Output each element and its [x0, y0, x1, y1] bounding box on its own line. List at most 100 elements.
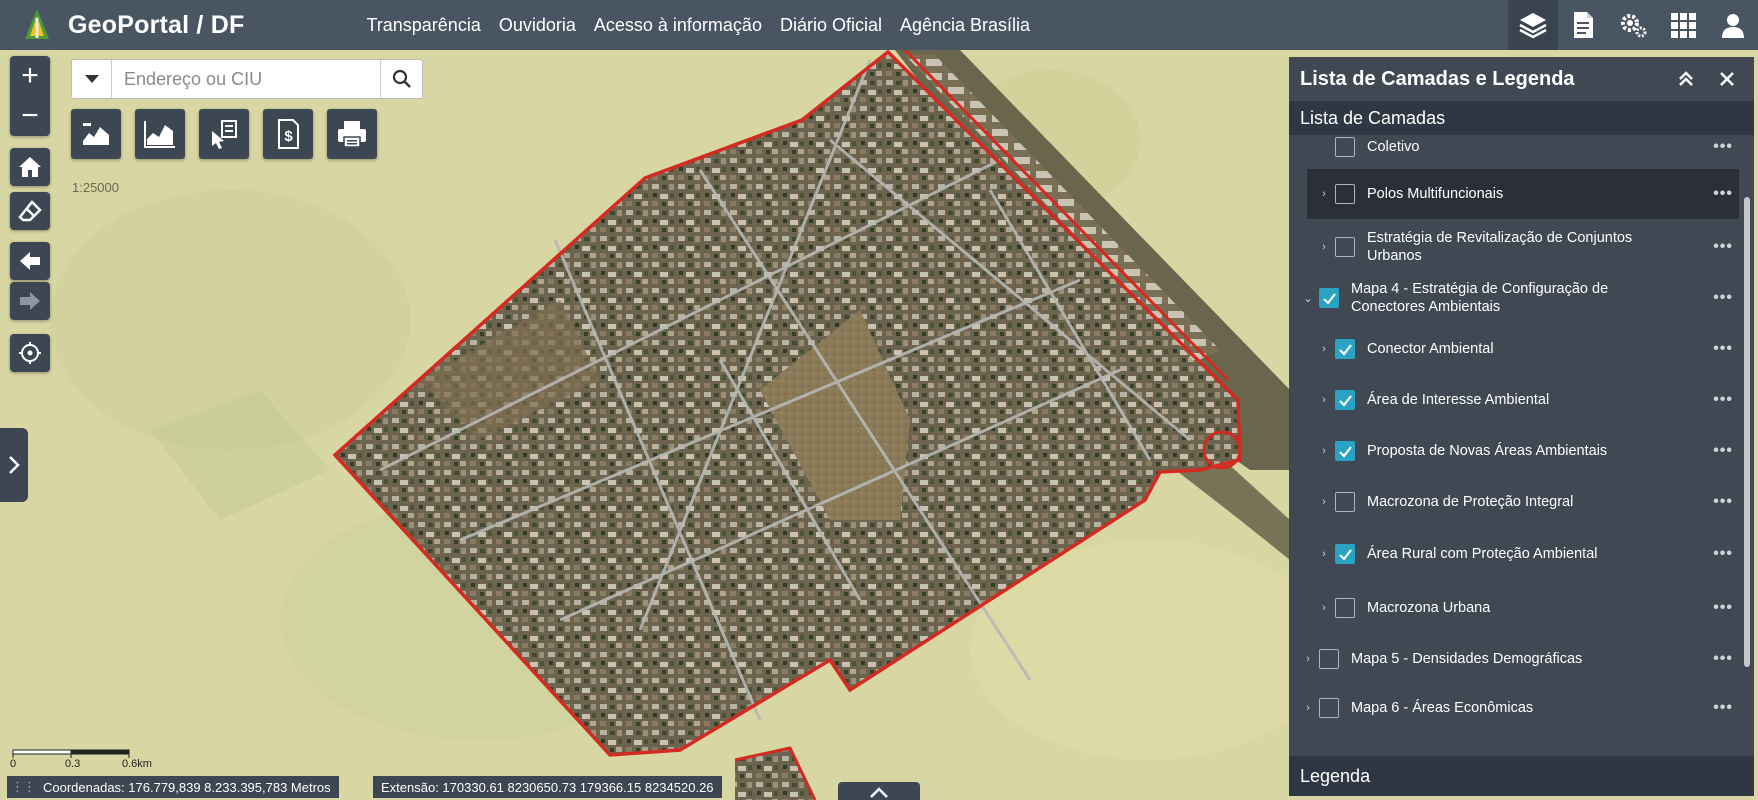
more-options-icon[interactable]: •••: [1713, 650, 1733, 668]
layer-group-partial[interactable]: [1289, 737, 1739, 751]
layer-item-area-rural-protecao[interactable]: › Área Rural com Proteção Ambiental •••: [1289, 528, 1739, 580]
zoom-out-button[interactable]: −: [10, 96, 50, 136]
layer-item-polos-multifuncionais[interactable]: › Polos Multifuncionais •••: [1307, 169, 1739, 219]
search-button[interactable]: [380, 60, 422, 98]
print-button[interactable]: [327, 109, 377, 159]
nav-link-diario-oficial[interactable]: Diário Oficial: [780, 15, 882, 36]
layer-item-macrozona-urbana[interactable]: › Macrozona Urbana •••: [1289, 588, 1739, 628]
scale-bar: 0 0.3 0.6km: [10, 746, 162, 770]
arrow-right-icon: [20, 292, 40, 310]
expand-caret-icon[interactable]: ›: [1303, 653, 1313, 665]
layer-checkbox[interactable]: [1335, 137, 1355, 157]
more-options-icon[interactable]: •••: [1713, 289, 1733, 307]
layer-item-protecao-integral[interactable]: › Macrozona de Proteção Integral •••: [1289, 482, 1739, 522]
layer-checkbox-checked[interactable]: [1335, 339, 1355, 359]
itbi-button[interactable]: $: [263, 109, 313, 159]
next-extent-button[interactable]: [10, 282, 50, 320]
expand-caret-icon[interactable]: ›: [1303, 702, 1313, 714]
apps-button[interactable]: [1658, 0, 1708, 50]
top-navigation-bar: GeoPortal / DF Transparência Ouvidoria A…: [0, 0, 1758, 50]
elevation-profile-button[interactable]: [71, 109, 121, 159]
main-nav: Transparência Ouvidoria Acesso à informa…: [366, 15, 1048, 36]
more-options-icon[interactable]: •••: [1713, 442, 1733, 460]
more-options-icon[interactable]: •••: [1713, 699, 1733, 717]
bottom-panel-toggle[interactable]: [838, 782, 920, 800]
layer-checkbox-checked[interactable]: [1335, 441, 1355, 461]
close-icon[interactable]: [1717, 69, 1737, 89]
layer-name: Área de Interesse Ambiental: [1367, 392, 1550, 408]
more-options-icon[interactable]: •••: [1713, 599, 1733, 617]
chevron-right-icon: [9, 456, 20, 474]
home-button[interactable]: [10, 148, 50, 186]
search-input[interactable]: [112, 60, 380, 98]
expand-caret-icon[interactable]: ›: [1319, 496, 1329, 508]
expand-caret-icon[interactable]: ›: [1319, 188, 1329, 200]
app-title[interactable]: GeoPortal / DF: [68, 11, 244, 40]
map-tools: $: [71, 109, 377, 159]
expand-caret-icon[interactable]: ›: [1319, 394, 1329, 406]
expand-caret-icon[interactable]: ›: [1319, 548, 1329, 560]
layer-item-novas-areas-ambientais[interactable]: › Proposta de Novas Áreas Ambientais •••: [1289, 425, 1739, 477]
layer-name: Conector Ambiental: [1367, 341, 1494, 357]
legend-section-header[interactable]: Legenda: [1289, 756, 1754, 796]
zoom-in-button[interactable]: +: [10, 56, 50, 96]
document-button[interactable]: [1558, 0, 1608, 50]
layer-checkbox[interactable]: [1335, 598, 1355, 618]
layer-group-mapa-6[interactable]: › Mapa 6 - Áreas Econômicas •••: [1289, 688, 1739, 728]
layer-list-scrollbar[interactable]: [1744, 197, 1750, 667]
side-panel-expand-button[interactable]: [0, 428, 28, 502]
more-options-icon[interactable]: •••: [1713, 391, 1733, 409]
clear-button[interactable]: [10, 192, 50, 230]
more-options-icon[interactable]: •••: [1713, 340, 1733, 358]
caret-down-icon: [84, 75, 99, 83]
checkmark-icon: [1338, 343, 1352, 356]
layer-checkbox[interactable]: [1335, 237, 1355, 257]
document-icon: [1574, 12, 1593, 38]
expand-caret-icon[interactable]: ›: [1319, 241, 1329, 253]
expand-caret-icon[interactable]: ›: [1319, 445, 1329, 457]
layer-checkbox-checked[interactable]: [1319, 288, 1339, 308]
layer-item-area-interesse-ambiental[interactable]: › Área de Interesse Ambiental •••: [1289, 380, 1739, 420]
expand-caret-icon[interactable]: ›: [1319, 343, 1329, 355]
address-search: [71, 59, 423, 99]
extent-readout: Extensão: 170330.61 8230650.73 179366.15…: [373, 776, 722, 798]
layer-name: Coletivo: [1367, 139, 1420, 155]
layers-button[interactable]: [1508, 0, 1558, 50]
layer-name: Polos Multifuncionais: [1367, 186, 1504, 202]
layer-checkbox[interactable]: [1335, 492, 1355, 512]
locate-button[interactable]: [10, 334, 50, 372]
more-options-icon[interactable]: •••: [1713, 238, 1733, 256]
layer-group-mapa-4[interactable]: ⌄ Mapa 4 - Estratégia de Configuração de…: [1289, 271, 1739, 325]
more-options-icon[interactable]: •••: [1713, 493, 1733, 511]
nav-link-agencia-brasilia[interactable]: Agência Brasília: [900, 15, 1030, 36]
layer-checkbox[interactable]: [1319, 649, 1339, 669]
nav-link-ouvidoria[interactable]: Ouvidoria: [499, 15, 576, 36]
more-options-icon[interactable]: •••: [1713, 545, 1733, 563]
printer-icon: [338, 121, 366, 148]
layer-item-coletivo[interactable]: Coletivo •••: [1289, 135, 1739, 165]
expand-caret-icon[interactable]: ›: [1319, 602, 1329, 614]
nav-link-transparencia[interactable]: Transparência: [366, 15, 480, 36]
nav-link-acesso-informacao[interactable]: Acesso à informação: [594, 15, 762, 36]
more-options-icon[interactable]: •••: [1713, 138, 1733, 156]
layer-group-mapa-5[interactable]: › Mapa 5 - Densidades Demográficas •••: [1289, 633, 1739, 685]
brasilia-logo-icon[interactable]: [22, 8, 52, 42]
layer-item-conector-ambiental[interactable]: › Conector Ambiental •••: [1289, 329, 1739, 369]
layer-checkbox-checked[interactable]: [1335, 390, 1355, 410]
layer-item-revitalizacao[interactable]: › Estratégia de Revitalização de Conjunt…: [1289, 223, 1739, 271]
layer-checkbox[interactable]: [1335, 184, 1355, 204]
user-button[interactable]: [1708, 0, 1758, 50]
area-profile-button[interactable]: [135, 109, 185, 159]
eraser-icon: [18, 200, 42, 222]
layer-checkbox[interactable]: [1319, 698, 1339, 718]
search-source-dropdown[interactable]: [72, 60, 112, 98]
expand-caret-icon[interactable]: ⌄: [1303, 292, 1313, 305]
identify-button[interactable]: [199, 109, 249, 159]
settings-button[interactable]: [1608, 0, 1658, 50]
more-options-icon[interactable]: •••: [1713, 185, 1733, 203]
previous-extent-button[interactable]: [10, 242, 50, 280]
layer-checkbox-checked[interactable]: [1335, 544, 1355, 564]
coordinates-readout[interactable]: ⋮⋮ Coordenadas: 176.779,839 8.233.395,78…: [7, 776, 339, 798]
collapse-double-chevron-icon[interactable]: [1676, 69, 1696, 89]
layer-name: Proposta de Novas Áreas Ambientais: [1367, 443, 1608, 459]
